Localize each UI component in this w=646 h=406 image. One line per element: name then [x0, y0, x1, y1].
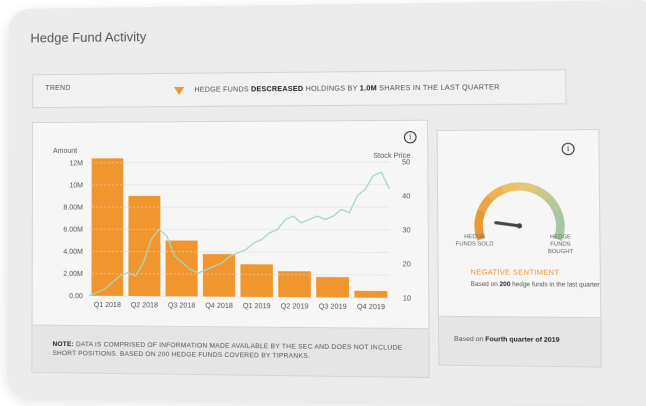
x-tick-label: Q1 2019 — [243, 303, 271, 310]
bar — [203, 254, 235, 297]
y-tick-label: 2.00M — [63, 271, 83, 278]
trend-text: HEDGE FUNDS DESCREASED HOLDINGS BY 1.0M … — [194, 84, 499, 94]
trend-text-post: SHARES IN THE LAST QUARTER — [377, 84, 500, 92]
bar — [240, 264, 273, 297]
bar — [354, 291, 387, 298]
hedge-fund-activity-card: Hedge Fund Activity TREND HEDGE FUNDS DE… — [7, 0, 646, 406]
bar — [128, 196, 160, 296]
note-label: NOTE: — [53, 341, 74, 348]
trend-direction: DESCREASED — [251, 86, 303, 94]
x-tick-label: Q3 2018 — [168, 302, 196, 309]
bar — [166, 240, 198, 296]
footer-pre: Based on — [454, 336, 485, 344]
y-tick-label: 8.00M — [63, 204, 83, 211]
y-tick-label: 4.00M — [63, 249, 83, 256]
trend-label: TREND — [45, 85, 71, 92]
trend-text-mid: HOLDINGS BY — [303, 85, 359, 93]
sentiment-sub-pre: Based on — [471, 282, 500, 288]
y-tick-label: 6.00M — [63, 227, 83, 234]
trend-amount: 1.0M — [360, 85, 377, 92]
sentiment-gauge — [438, 159, 602, 274]
y-tick-label: 12M — [69, 160, 83, 167]
note-text: DATA IS COMPRISED OF INFORMATION MADE AV… — [53, 341, 403, 360]
gauge-right-label: HEDGE FUNDS BOUGHT — [539, 234, 582, 256]
x-tick-label: Q4 2018 — [205, 303, 233, 310]
chart-note: NOTE: DATA IS COMPRISED OF INFORMATION M… — [31, 325, 429, 379]
sentiment-footer: Based on Fourth quarter of 2019 — [438, 316, 602, 368]
gauge-segment — [548, 198, 557, 211]
bar — [316, 277, 349, 298]
footer-period: Fourth quarter of 2019 — [485, 336, 559, 344]
y-axis-left-label: Amount — [53, 148, 77, 155]
down-arrow-icon — [174, 87, 184, 95]
gauge-needle — [496, 223, 520, 226]
sentiment-subtext: Based on 200 hedge funds in the last qua… — [471, 282, 600, 289]
gauge-pivot — [517, 223, 522, 228]
gauge-segment — [490, 189, 503, 198]
y-tick-label: 0.00 — [69, 293, 83, 300]
info-icon[interactable]: i — [562, 143, 575, 156]
sentiment-count: 200 — [500, 282, 511, 288]
hedge-fund-chart: AmountStock Price0.002.00M4.00M6.00M8.00… — [33, 121, 429, 327]
gauge-segment — [482, 198, 491, 211]
sentiment-sub-post: hedge funds in the last quarter — [510, 282, 599, 289]
y-right-tick-label: 40 — [402, 193, 410, 200]
gauge-left-label: HEDGE FUNDS SOLD — [453, 234, 496, 249]
x-tick-label: Q1 2018 — [94, 302, 121, 309]
gauge-segment — [504, 186, 520, 189]
y-right-tick-label: 10 — [403, 295, 411, 302]
card-title: Hedge Fund Activity — [30, 29, 146, 45]
x-tick-label: Q2 2018 — [131, 302, 158, 309]
y-right-tick-label: 30 — [402, 227, 410, 234]
gauge-segment — [535, 189, 548, 198]
bar — [278, 271, 311, 297]
y-tick-label: 10M — [69, 182, 83, 189]
trend-text-pre: HEDGE FUNDS — [194, 86, 251, 94]
y-right-tick-label: 20 — [403, 261, 411, 268]
y-right-tick-label: 50 — [402, 159, 410, 166]
x-tick-label: Q3 2019 — [319, 303, 347, 310]
x-tick-label: Q2 2019 — [281, 303, 309, 310]
sentiment-status: NEGATIVE SENTIMENT — [471, 269, 560, 277]
gauge-segment — [519, 186, 535, 189]
gridline — [89, 162, 389, 163]
bar — [91, 158, 123, 296]
trend-bar: TREND HEDGE FUNDS DESCREASED HOLDINGS BY… — [32, 69, 566, 108]
x-tick-label: Q4 2019 — [357, 304, 385, 311]
